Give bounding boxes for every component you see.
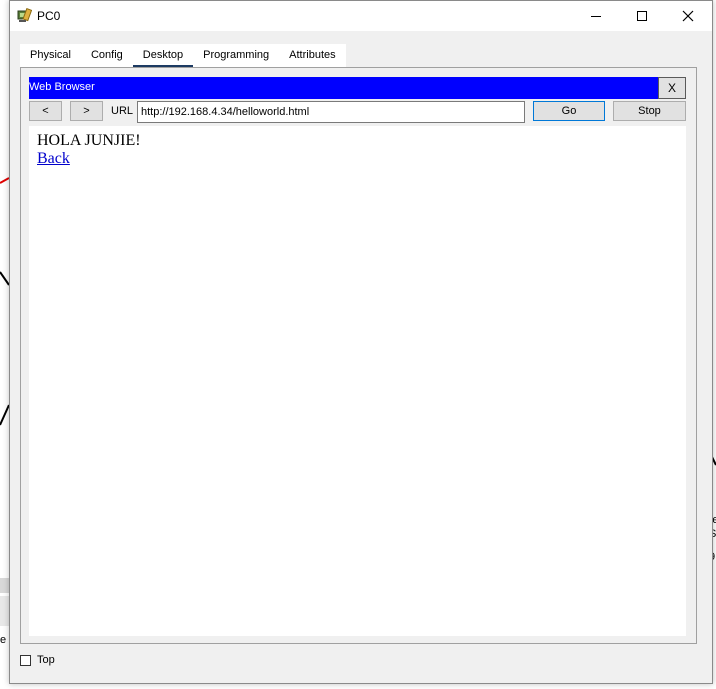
minimize-icon bbox=[591, 16, 601, 17]
top-label: Top bbox=[37, 654, 55, 666]
tab-attributes[interactable]: Attributes bbox=[279, 44, 345, 66]
minimize-button[interactable] bbox=[573, 1, 619, 31]
web-browser-close-button[interactable]: X bbox=[658, 77, 686, 99]
web-browser-title: Web Browser bbox=[29, 81, 95, 93]
maximize-button[interactable] bbox=[619, 1, 665, 31]
back-button[interactable]: < bbox=[29, 101, 62, 121]
tab-physical[interactable]: Physical bbox=[20, 44, 81, 66]
tab-desktop[interactable]: Desktop bbox=[132, 44, 194, 68]
top-option: Top bbox=[20, 654, 55, 666]
close-button[interactable] bbox=[665, 1, 711, 31]
url-input[interactable] bbox=[137, 101, 525, 123]
title-bar[interactable]: PC0 bbox=[10, 1, 712, 31]
go-button[interactable]: Go bbox=[533, 101, 605, 121]
top-checkbox[interactable] bbox=[20, 654, 31, 666]
stop-button[interactable]: Stop bbox=[613, 101, 686, 121]
workspace-bottom-bar bbox=[0, 578, 9, 593]
browser-navbar: < > URL Go Stop bbox=[29, 101, 686, 123]
back-link[interactable]: Back bbox=[37, 150, 70, 168]
tab-bar: Physical Config Desktop Programming Attr… bbox=[20, 44, 346, 68]
pc-device-icon bbox=[17, 8, 32, 22]
web-browser-header: Web Browser X bbox=[29, 77, 686, 99]
workspace-fragment-text: e bbox=[0, 634, 7, 646]
forward-button[interactable]: > bbox=[70, 101, 103, 121]
tab-programming[interactable]: Programming bbox=[193, 44, 279, 66]
browser-viewport: HOLA JUNJIE! Back bbox=[29, 126, 686, 636]
maximize-icon bbox=[637, 11, 647, 21]
workspace-bottom-bar-2 bbox=[0, 596, 9, 626]
tab-config[interactable]: Config bbox=[81, 44, 133, 66]
desktop-panel: Web Browser X < > URL Go Stop HOLA JUNJI… bbox=[20, 67, 697, 644]
close-icon bbox=[682, 10, 694, 22]
device-window: PC0 Physical Config Desktop Programming … bbox=[9, 0, 713, 684]
page-heading: HOLA JUNJIE! bbox=[37, 132, 141, 149]
url-label: URL bbox=[111, 105, 134, 117]
window-title: PC0 bbox=[37, 9, 61, 23]
